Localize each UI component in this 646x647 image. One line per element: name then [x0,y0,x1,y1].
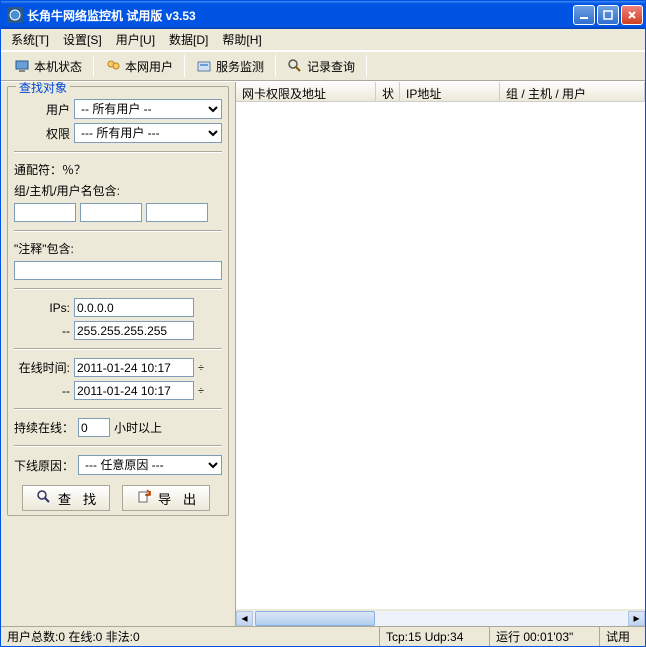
datetime-picker-icon[interactable]: ÷ [198,385,204,397]
perm-label: 权限 [14,125,70,142]
scroll-right-arrow[interactable]: ▸ [628,611,645,626]
persist-suffix: 小时以上 [114,419,162,436]
service-icon [196,58,212,74]
close-button[interactable] [621,5,643,25]
ip-from-input[interactable] [74,298,194,317]
ip-dash: -- [14,324,70,338]
offline-reason-select[interactable]: --- 任意原因 --- [78,455,222,475]
tb-service-monitor[interactable]: 服务监测 [187,54,273,79]
result-list: 网卡权限及地址 状 IP地址 组 / 主机 / 用户 ◂ ▸ [235,82,645,626]
export-button[interactable]: 导 出 [122,485,210,511]
persist-label: 持续在线： [14,419,74,436]
user-select[interactable]: -- 所有用户 -- [74,99,222,119]
col-ip[interactable]: IP地址 [400,82,500,101]
wildcard-label: 通配符：％？ [14,161,86,178]
toolbar-separator [366,55,367,77]
col-group-host-user[interactable]: 组 / 主机 / 用户 [500,82,645,101]
window-title: 长角牛网络监控机 试用版 v3.53 [27,7,573,24]
menubar: 系统[T] 设置[S] 用户[U] 数据[D] 帮助[H] [1,29,645,51]
search-panel: 查找对象 用户 -- 所有用户 -- 权限 --- 所有用户 --- 通配符：％… [1,82,235,626]
ips-label: IPs: [14,301,70,315]
horizontal-scrollbar[interactable]: ◂ ▸ [236,609,645,626]
list-body[interactable] [236,102,645,609]
list-header: 网卡权限及地址 状 IP地址 组 / 主机 / 用户 [236,82,645,102]
menu-help[interactable]: 帮助[H] [216,29,267,50]
tb-local-status[interactable]: 本机状态 [5,54,91,79]
datetime-picker-icon[interactable]: ÷ [198,362,204,374]
toolbar-separator [275,55,276,77]
users-icon [105,58,121,74]
app-icon [7,7,23,23]
online-from-input[interactable] [74,358,194,377]
col-status[interactable]: 状 [376,82,400,101]
menu-system[interactable]: 系统[T] [5,29,55,50]
tb-net-users[interactable]: 本网用户 [96,54,182,79]
online-time-label: 在线时间: [14,359,70,376]
find-button[interactable]: 查 找 [22,485,110,511]
persist-hours-input[interactable] [78,418,110,437]
minimize-button[interactable] [573,5,595,25]
offline-reason-label: 下线原因： [14,457,74,474]
search-icon [287,58,303,74]
maximize-button[interactable] [597,5,619,25]
tb-label: 本网用户 [125,58,173,75]
tb-log-query[interactable]: 记录查询 [278,54,364,79]
search-icon [36,489,52,508]
menu-users[interactable]: 用户[U] [110,29,161,50]
comment-contain-label: "注释"包含: [14,240,74,257]
menu-data[interactable]: 数据[D] [163,29,214,50]
status-trial: 试用 [600,627,645,646]
perm-select[interactable]: --- 所有用户 --- [74,123,222,143]
toolbar-separator [184,55,185,77]
search-legend: 查找对象 [16,82,70,96]
tb-label: 记录查询 [307,58,355,75]
group-input-1[interactable] [14,203,76,222]
export-icon [136,489,152,508]
group-input-3[interactable] [146,203,208,222]
toolbar-separator [93,55,94,77]
toolbar: 本机状态 本网用户 服务监测 记录查询 [1,51,645,81]
group-contain-label: 组/主机/用户名包含: [14,182,120,199]
tb-label: 本机状态 [34,58,82,75]
online-to-input[interactable] [74,381,194,400]
scroll-track[interactable] [253,611,628,626]
monitor-icon [14,58,30,74]
ip-to-input[interactable] [74,321,194,340]
tb-label: 服务监测 [216,58,264,75]
menu-settings[interactable]: 设置[S] [57,29,108,50]
titlebar: 长角牛网络监控机 试用版 v3.53 [1,1,645,29]
scroll-left-arrow[interactable]: ◂ [236,611,253,626]
scroll-thumb[interactable] [255,611,375,626]
col-nic-perm[interactable]: 网卡权限及地址 [236,82,376,101]
user-label: 用户 [14,101,70,118]
comment-input[interactable] [14,261,222,280]
status-runtime: 运行 00:01'03" [490,627,600,646]
online-dash: -- [14,384,70,398]
statusbar: 用户总数:0 在线:0 非法:0 Tcp:15 Udp:34 运行 00:01'… [1,626,645,646]
status-tcpudp: Tcp:15 Udp:34 [380,627,490,646]
group-input-2[interactable] [80,203,142,222]
status-users: 用户总数:0 在线:0 非法:0 [1,627,380,646]
